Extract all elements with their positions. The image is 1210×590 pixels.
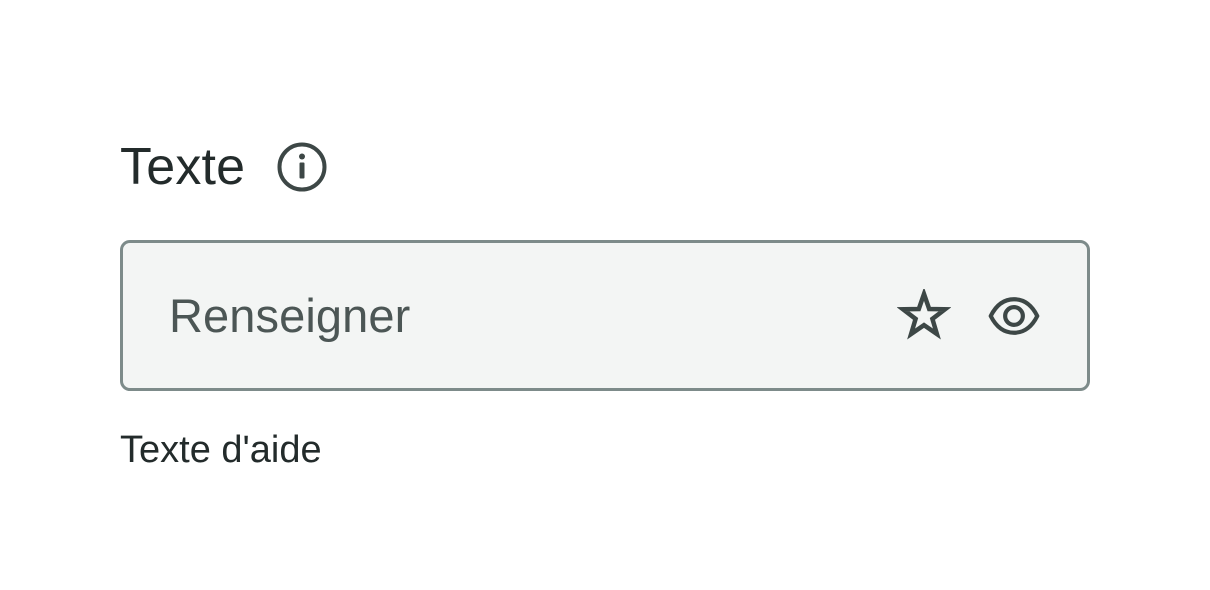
info-icon[interactable]	[276, 141, 328, 193]
field-label-row: Texte	[120, 130, 1090, 204]
text-field: Texte Renseigner Texte d'aide	[120, 130, 1090, 471]
field-label: Texte	[120, 138, 246, 196]
helper-text: Texte d'aide	[120, 429, 322, 471]
star-icon[interactable]	[897, 289, 951, 343]
eye-icon[interactable]	[987, 289, 1041, 343]
input-value[interactable]: Renseigner	[169, 243, 410, 388]
text-input[interactable]: Renseigner	[120, 240, 1090, 391]
